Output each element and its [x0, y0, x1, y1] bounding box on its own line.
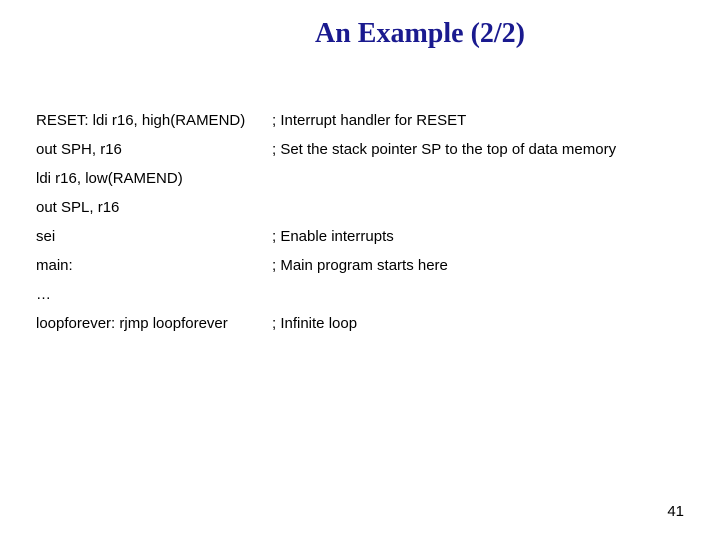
code-row: …: [36, 280, 630, 309]
comment-cell: ; Main program starts here: [272, 251, 630, 280]
code-table: RESET: ldi r16, high(RAMEND) ; Interrupt…: [36, 106, 630, 338]
comment-cell: [272, 193, 630, 222]
code-row: sei ; Enable interrupts: [36, 222, 630, 251]
code-cell: loopforever: rjmp loopforever: [36, 309, 272, 338]
code-cell: sei: [36, 222, 272, 251]
comment-cell: ; Interrupt handler for RESET: [272, 106, 630, 135]
code-cell: out SPL, r16: [36, 193, 272, 222]
slide-title: An Example (2/2): [0, 0, 720, 56]
code-row: ldi r16, low(RAMEND): [36, 164, 630, 193]
code-row: main: ; Main program starts here: [36, 251, 630, 280]
code-cell: RESET: ldi r16, high(RAMEND): [36, 106, 272, 135]
comment-cell: ; Set the stack pointer SP to the top of…: [272, 135, 630, 164]
code-cell: out SPH, r16: [36, 135, 272, 164]
code-row: out SPL, r16: [36, 193, 630, 222]
code-row: RESET: ldi r16, high(RAMEND) ; Interrupt…: [36, 106, 630, 135]
code-cell: main:: [36, 251, 272, 280]
code-cell: …: [36, 280, 272, 309]
code-cell: ldi r16, low(RAMEND): [36, 164, 272, 193]
comment-cell: [272, 280, 630, 309]
code-row: out SPH, r16 ; Set the stack pointer SP …: [36, 135, 630, 164]
comment-cell: ; Enable interrupts: [272, 222, 630, 251]
page-number: 41: [667, 503, 684, 520]
code-row: loopforever: rjmp loopforever ; Infinite…: [36, 309, 630, 338]
comment-cell: ; Infinite loop: [272, 309, 630, 338]
code-content: RESET: ldi r16, high(RAMEND) ; Interrupt…: [0, 56, 720, 338]
comment-cell: [272, 164, 630, 193]
